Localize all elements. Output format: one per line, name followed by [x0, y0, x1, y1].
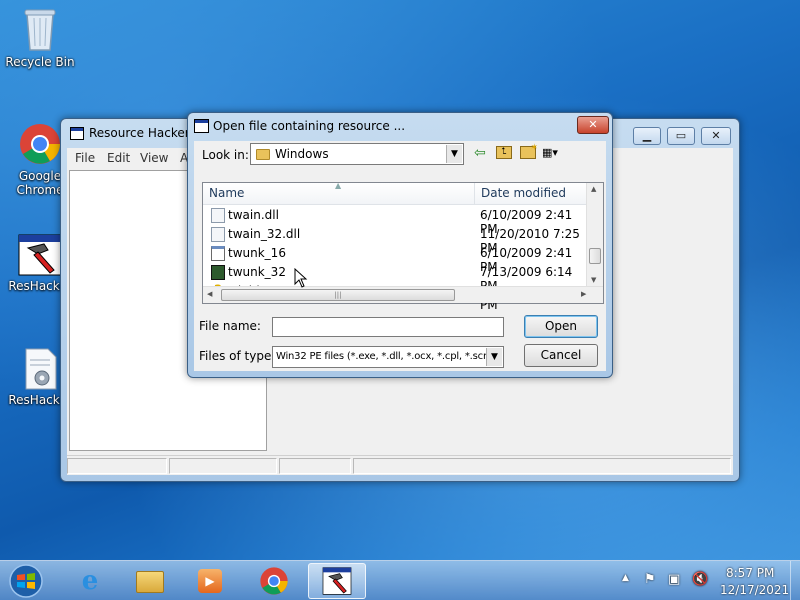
- chevron-down-icon[interactable]: ▼: [446, 145, 462, 163]
- chrome-icon: [260, 567, 288, 595]
- dll-icon: [211, 208, 225, 223]
- status-panel-3: [279, 458, 351, 474]
- view-menu-icon[interactable]: ▦▾: [542, 145, 568, 161]
- app-icon: [211, 246, 225, 261]
- scroll-right-icon[interactable]: ▶: [581, 290, 586, 298]
- scroll-left-icon[interactable]: ◀: [207, 290, 212, 298]
- look-in-value: Windows: [275, 147, 329, 161]
- reshacker-hammer-icon: [18, 234, 62, 276]
- status-panel-4: [353, 458, 731, 474]
- media-player-icon: ▶: [198, 569, 222, 593]
- taskbar-ie[interactable]: e: [62, 563, 118, 599]
- folder-icon: [256, 149, 270, 160]
- maximize-button[interactable]: ▭: [667, 127, 695, 145]
- up-folder-icon[interactable]: ⮤: [496, 146, 512, 159]
- hscroll-thumb[interactable]: |||: [221, 289, 455, 301]
- file-name-input[interactable]: [272, 317, 504, 337]
- config-file-icon: [20, 348, 60, 390]
- close-button[interactable]: ✕: [701, 127, 731, 145]
- clock-time[interactable]: 8:57 PM: [726, 566, 774, 580]
- internet-explorer-icon: e: [81, 566, 99, 596]
- scroll-up-icon[interactable]: ▲: [591, 185, 596, 193]
- dialog-title: Open file containing resource ...: [213, 119, 406, 133]
- windows-orb-icon: [9, 564, 43, 598]
- open-file-dialog[interactable]: Open file containing resource ... ✕ Look…: [187, 112, 613, 378]
- menu-edit[interactable]: Edit: [107, 151, 130, 165]
- file-row[interactable]: twunk_32 7/13/2009 6:14 PM: [211, 263, 591, 293]
- chrome-icon: [18, 122, 62, 166]
- cancel-button[interactable]: Cancel: [524, 344, 598, 367]
- look-in-label: Look in:: [202, 148, 249, 162]
- taskbar-media-player[interactable]: ▶: [182, 563, 238, 599]
- show-hidden-icons-icon[interactable]: ▲: [622, 573, 629, 583]
- file-row[interactable]: twain_32.dll 11/20/2010 7:25 PM: [211, 225, 591, 255]
- system-tray: ▲ ⚑ ▣ 🔇 8:57 PM 12/17/2021: [618, 561, 800, 600]
- mouse-cursor-icon: [294, 267, 308, 291]
- clock-date[interactable]: 12/17/2021: [720, 583, 789, 597]
- network-icon[interactable]: ▣: [668, 572, 680, 587]
- files-of-type-value: Win32 PE files (*.exe, *.dll, *.ocx, *.c…: [276, 351, 491, 362]
- menu-file[interactable]: File: [75, 151, 95, 165]
- dll-icon: [211, 227, 225, 242]
- scroll-thumb[interactable]: [589, 248, 601, 264]
- menu-view[interactable]: View: [140, 151, 168, 165]
- scanner-icon: [211, 265, 225, 280]
- reshacker-app-icon: [70, 127, 84, 140]
- dialog-close-button[interactable]: ✕: [577, 116, 609, 134]
- new-folder-icon[interactable]: ✶: [520, 143, 538, 159]
- column-header-date[interactable]: Date modified: [475, 183, 587, 205]
- dialog-titlebar[interactable]: Open file containing resource ... ✕: [188, 113, 612, 141]
- taskbar-chrome[interactable]: [246, 563, 302, 599]
- reshacker-hammer-icon: [322, 567, 352, 595]
- folder-icon: [136, 571, 164, 593]
- status-panel-2: [169, 458, 277, 474]
- look-in-dropdown[interactable]: Windows ▼: [250, 143, 464, 165]
- file-row[interactable]: twain.dll 6/10/2009 2:41 PM: [211, 206, 591, 236]
- file-name-label: File name:: [199, 319, 261, 333]
- files-of-type-label: Files of type:: [199, 349, 276, 363]
- taskbar-resource-hacker[interactable]: [308, 563, 366, 599]
- horizontal-scrollbar[interactable]: ◀ ||| ▶: [203, 286, 603, 303]
- taskbar-explorer[interactable]: [122, 563, 178, 599]
- desktop-icon-recycle-bin[interactable]: Recycle Bin: [0, 6, 80, 69]
- back-icon[interactable]: ⇦: [474, 145, 490, 161]
- dialog-client: Look in: Windows ▼ ⇦ ⮤ ✶ ▦▾ Name ▲ Date …: [194, 141, 606, 371]
- status-panel-1: [67, 458, 167, 474]
- scroll-down-icon[interactable]: ▼: [591, 276, 596, 284]
- chevron-down-icon[interactable]: ▼: [486, 348, 502, 366]
- file-row[interactable]: twunk_16 6/10/2009 2:41 PM: [211, 244, 591, 274]
- files-of-type-dropdown[interactable]: Win32 PE files (*.exe, *.dll, *.ocx, *.c…: [272, 346, 504, 368]
- start-button[interactable]: [6, 563, 46, 599]
- recycle-bin-icon: [22, 6, 58, 52]
- vertical-scrollbar[interactable]: ▲ ▼: [586, 183, 603, 286]
- volume-muted-icon[interactable]: 🔇: [692, 572, 708, 587]
- minimize-button[interactable]: ▁: [633, 127, 661, 145]
- resource-hacker-title: Resource Hacker: [89, 126, 190, 140]
- status-bar: [67, 455, 733, 475]
- show-desktop-button[interactable]: [790, 561, 800, 600]
- flag-icon[interactable]: ⚑: [644, 572, 656, 587]
- taskbar: e ▶ ▲ ⚑ ▣ 🔇 8:57 PM 12/17/2021: [0, 560, 800, 600]
- file-list[interactable]: Name ▲ Date modified twain.dll 6/10/2009…: [202, 181, 604, 312]
- sort-arrow-icon: ▲: [335, 181, 342, 190]
- open-button[interactable]: Open: [524, 315, 598, 338]
- dialog-app-icon: [194, 119, 209, 133]
